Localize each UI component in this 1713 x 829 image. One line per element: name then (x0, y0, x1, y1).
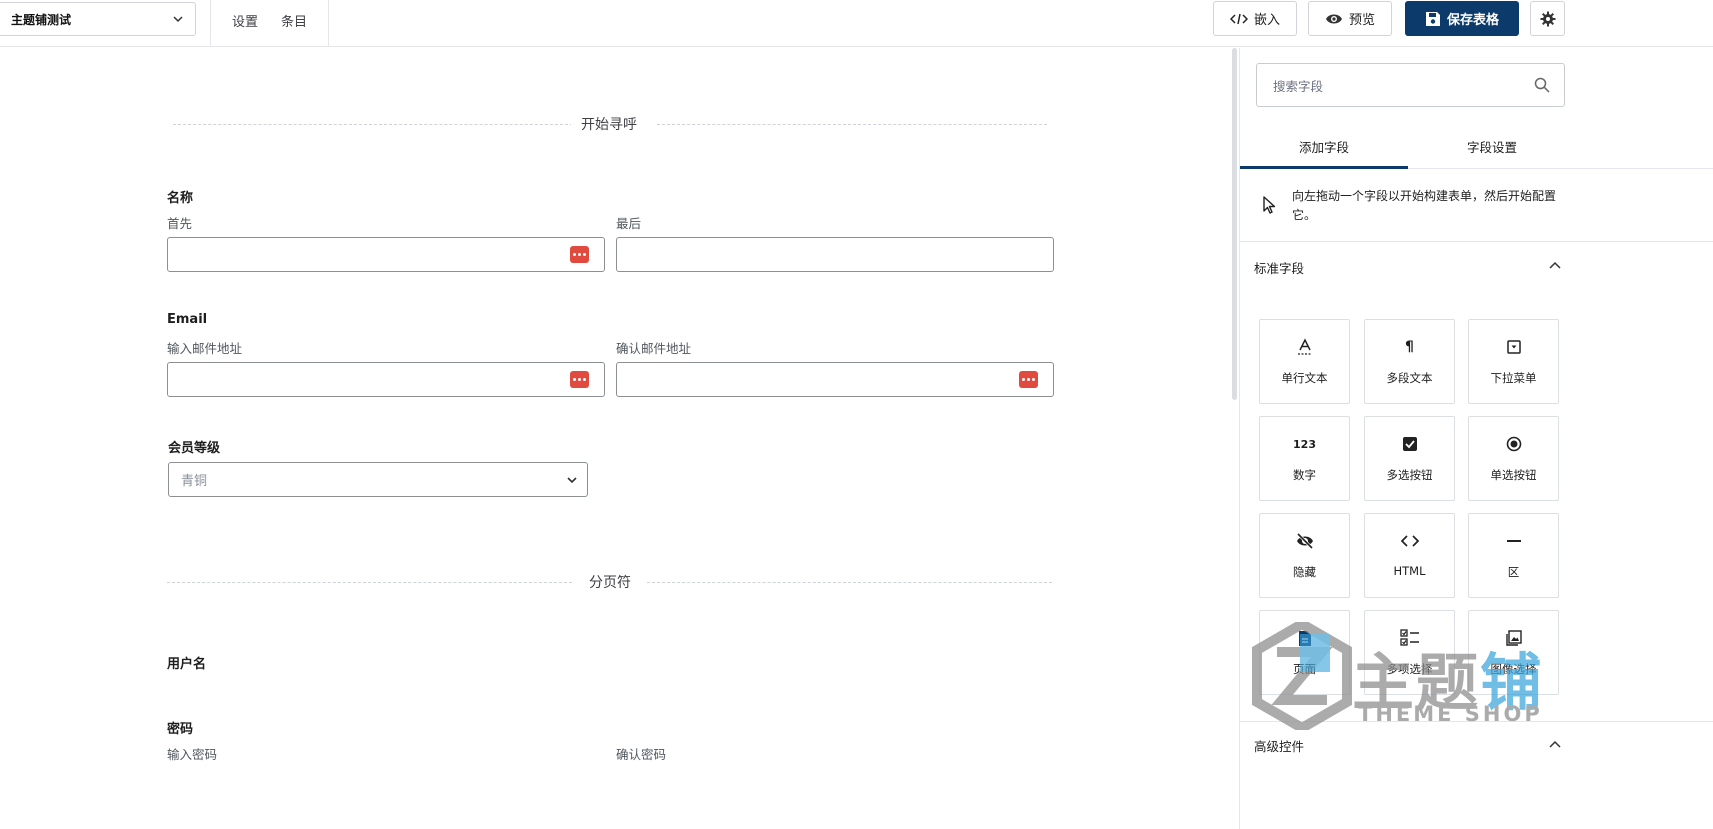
autofill-dots-icon[interactable] (1019, 371, 1038, 388)
page-break-label: 分页符 (579, 572, 641, 592)
name-field-label: 名称 (167, 191, 194, 206)
field-tile-image-choice[interactable]: 图像选择 (1468, 610, 1559, 695)
standard-fields-title[interactable]: 标准字段 (1254, 258, 1304, 277)
preview-button[interactable]: 预览 (1308, 1, 1392, 36)
page-icon (1298, 629, 1312, 647)
single-line-text-icon (1297, 338, 1313, 356)
membership-field-label: 会员等级 (168, 441, 221, 456)
field-tile-single-line-text[interactable]: 单行文本 (1259, 319, 1350, 404)
chevron-up-icon[interactable] (1548, 259, 1562, 273)
divider (1240, 241, 1713, 242)
form-name: 主题铺测试 (11, 12, 72, 27)
field-tile-checkboxes[interactable]: 多选按钮 (1364, 416, 1455, 501)
last-name-input[interactable] (616, 237, 1054, 272)
nav-entries[interactable]: 条目 (281, 11, 307, 30)
toolbar-divider (328, 0, 329, 47)
chevron-up-icon[interactable] (1548, 738, 1562, 752)
nav-settings[interactable]: 设置 (232, 11, 258, 30)
field-tile-dropdown[interactable]: 下拉菜单 (1468, 319, 1559, 404)
username-field-label: 用户名 (167, 657, 207, 672)
toolbar-divider (210, 0, 211, 47)
first-name-sublabel: 首先 (167, 216, 193, 231)
email-input[interactable] (167, 362, 605, 397)
membership-selected: 青铜 (181, 474, 208, 489)
form-canvas: 开始寻呼 名称 首先 最后 Email 输入邮件地址 确认邮件地址 会员等级 青… (0, 48, 1230, 829)
password-sublabel: 输入密码 (167, 747, 218, 762)
tab-add-fields[interactable]: 添加字段 (1240, 124, 1408, 168)
field-tile-page[interactable]: 页面 (1259, 610, 1350, 695)
multiple-choice-icon (1399, 629, 1420, 647)
cursor-pointer-icon (1263, 196, 1276, 214)
radio-icon (1506, 435, 1522, 453)
eye-icon (1325, 14, 1342, 23)
section-title: 开始寻呼 (571, 114, 647, 134)
embed-button[interactable]: 嵌入 (1213, 1, 1297, 36)
section-icon (1506, 532, 1521, 550)
dropdown-icon (1506, 338, 1521, 356)
drag-hint-text: 向左拖动一个字段以开始构建表单，然后开始配置它。 (1292, 189, 1557, 222)
tab-field-settings[interactable]: 字段设置 (1408, 124, 1576, 168)
canvas-scrollbar[interactable] (1232, 48, 1237, 400)
search-icon (1534, 77, 1550, 93)
field-tile-section[interactable]: 区 (1468, 513, 1559, 598)
email-sublabel: 输入邮件地址 (167, 341, 243, 356)
top-toolbar: 主题铺测试 设置 条目 嵌入 预览 保存表格 (0, 0, 1713, 47)
page-section-divider: 开始寻呼 (167, 114, 1053, 134)
field-tile-html[interactable]: HTML (1364, 513, 1455, 598)
confirm-password-sublabel: 确认密码 (616, 747, 667, 762)
image-choice-icon (1505, 629, 1522, 647)
floppy-disk-icon (1425, 11, 1440, 26)
checkbox-icon (1402, 435, 1418, 453)
confirm-email-sublabel: 确认邮件地址 (616, 341, 692, 356)
membership-select[interactable]: 青铜 (168, 462, 588, 497)
fields-sidebar: 搜索字段 添加字段 字段设置 向左拖动一个字段以开始构建表单，然后开始配置它。 … (1239, 48, 1713, 829)
chevron-down-icon (173, 16, 183, 23)
field-tile-paragraph-text[interactable]: ¶ 多段文本 (1364, 319, 1455, 404)
field-tile-radio[interactable]: 单选按钮 (1468, 416, 1559, 501)
advanced-controls-title[interactable]: 高级控件 (1254, 736, 1304, 755)
last-name-sublabel: 最后 (616, 216, 642, 231)
field-tile-multiple-choice[interactable]: 多项选择 (1364, 610, 1455, 695)
chevron-down-icon (567, 477, 577, 484)
form-switcher[interactable]: 主题铺测试 (0, 2, 196, 36)
confirm-email-input[interactable] (616, 362, 1054, 397)
save-form-button[interactable]: 保存表格 (1405, 1, 1519, 36)
gear-icon (1540, 11, 1555, 26)
field-tile-hidden[interactable]: 隐藏 (1259, 513, 1350, 598)
autofill-dots-icon[interactable] (570, 371, 589, 388)
code-icon (1229, 13, 1248, 24)
page-break-divider: 分页符 (167, 572, 1053, 592)
divider (1240, 721, 1713, 722)
email-field-label: Email (167, 312, 208, 327)
field-tile-number[interactable]: 123 数字 (1259, 416, 1350, 501)
search-fields-input[interactable]: 搜索字段 (1256, 63, 1565, 107)
autofill-dots-icon[interactable] (570, 246, 589, 263)
settings-button[interactable] (1530, 1, 1565, 36)
active-tab-indicator (1240, 166, 1408, 169)
first-name-input[interactable] (167, 237, 605, 272)
number-icon: 123 (1293, 437, 1316, 451)
hidden-eye-icon (1296, 532, 1314, 550)
password-field-label: 密码 (167, 722, 194, 737)
paragraph-icon: ¶ (1405, 339, 1414, 355)
code-icon (1400, 532, 1419, 550)
